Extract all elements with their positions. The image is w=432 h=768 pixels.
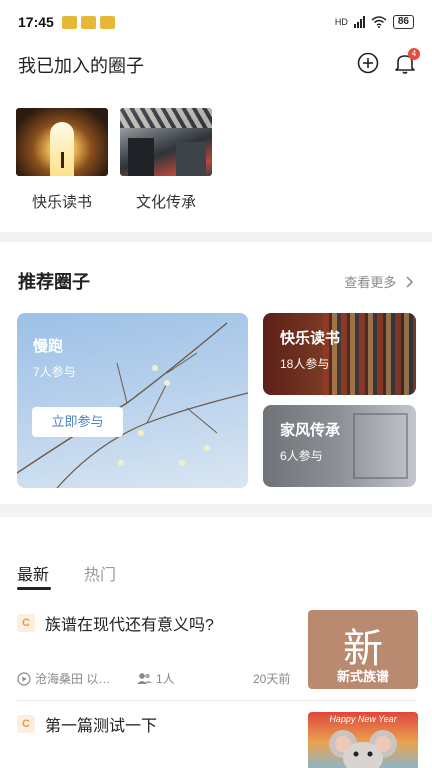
status-time: 17:45 [18,14,54,30]
post-type-icon: C [17,715,35,733]
recommended-card-name: 快乐读书 [280,330,341,347]
battery-indicator: 86 [392,15,414,29]
post-author-name: 沧海桑田 以… [35,672,111,686]
post-divider [17,700,417,701]
post-thumbnail: Happy New Year [308,712,418,768]
recommended-card-count: 7人参与 [33,365,76,379]
feed-section: 最新 热门 C 族谱在现代还有意义吗? 沧海桑田 以… 1人 20天前 新 新式… [0,517,432,768]
users-icon [137,673,152,684]
tab-hot[interactable]: 热门 [84,561,116,585]
circle-cover-image [120,108,212,176]
post-time: 20天前 [253,672,291,686]
app-notification-icon [80,15,96,29]
tab-latest[interactable]: 最新 [17,561,49,585]
app-notification-icon [61,15,77,29]
page-title: 我已加入的圈子 [18,56,144,76]
notification-count-badge: 4 [408,48,420,60]
play-icon [17,671,31,686]
post-title: 第一篇测试一下 [45,718,158,735]
see-more-link[interactable]: 查看更多 [344,272,414,291]
recommended-card-name: 慢跑 [33,338,64,355]
wifi-icon [371,16,387,28]
post-type-icon: C [17,614,35,632]
post-author: 沧海桑田 以… [17,670,110,687]
notification-badges [61,15,115,29]
circle-cover-image [16,108,108,176]
post-item[interactable]: C 族谱在现代还有意义吗? 沧海桑田 以… 1人 20天前 新 新式族谱 [0,610,432,700]
post-item[interactable]: C 第一篇测试一下 Happy New Year [0,712,432,768]
recommended-card-large[interactable]: 慢跑 7人参与 立即参与 [17,313,248,488]
post-title: 族谱在现代还有意义吗? [45,617,214,634]
cartoon-mouse-image [329,730,397,768]
joined-circle-label: 文化传承 [135,194,196,211]
active-tab-indicator [17,587,51,590]
see-more-label: 查看更多 [344,275,397,290]
status-bar: 17:45 HD 86 [0,0,432,44]
plus-circle-icon [357,52,379,74]
join-now-button[interactable]: 立即参与 [32,407,123,437]
network-type-label: HD [334,17,348,27]
recommended-card[interactable]: 快乐读书 18人参与 [263,313,416,395]
recommended-card[interactable]: 家风传承 6人参与 [263,405,416,487]
post-thumbnail: 新 新式族谱 [308,610,418,689]
notifications-button[interactable]: 4 [392,48,420,76]
recommended-card-name: 家风传承 [280,422,341,439]
thumbnail-caption: 新式族谱 [336,669,389,684]
section-title: 推荐圈子 [18,272,90,292]
joined-circles-section: 我已加入的圈子 4 快乐读书 文化传承 [0,44,432,232]
post-member-count: 1人 [156,672,175,686]
add-circle-button[interactable] [355,50,381,76]
post-members: 1人 [137,670,175,687]
joined-circle-card[interactable]: 文化传承 [120,108,212,212]
recommended-section: 推荐圈子 查看更多 慢跑 7人参与 立即参与 快乐读书 18人参与 家风传承 6… [0,242,432,504]
signal-icon [353,16,365,28]
joined-circle-label: 快乐读书 [31,194,92,211]
app-notification-icon [99,15,115,29]
joined-circle-card[interactable]: 快乐读书 [16,108,108,212]
chevron-right-icon [406,276,414,288]
recommended-card-count: 6人参与 [280,449,323,463]
recommended-card-count: 18人参与 [280,357,330,371]
